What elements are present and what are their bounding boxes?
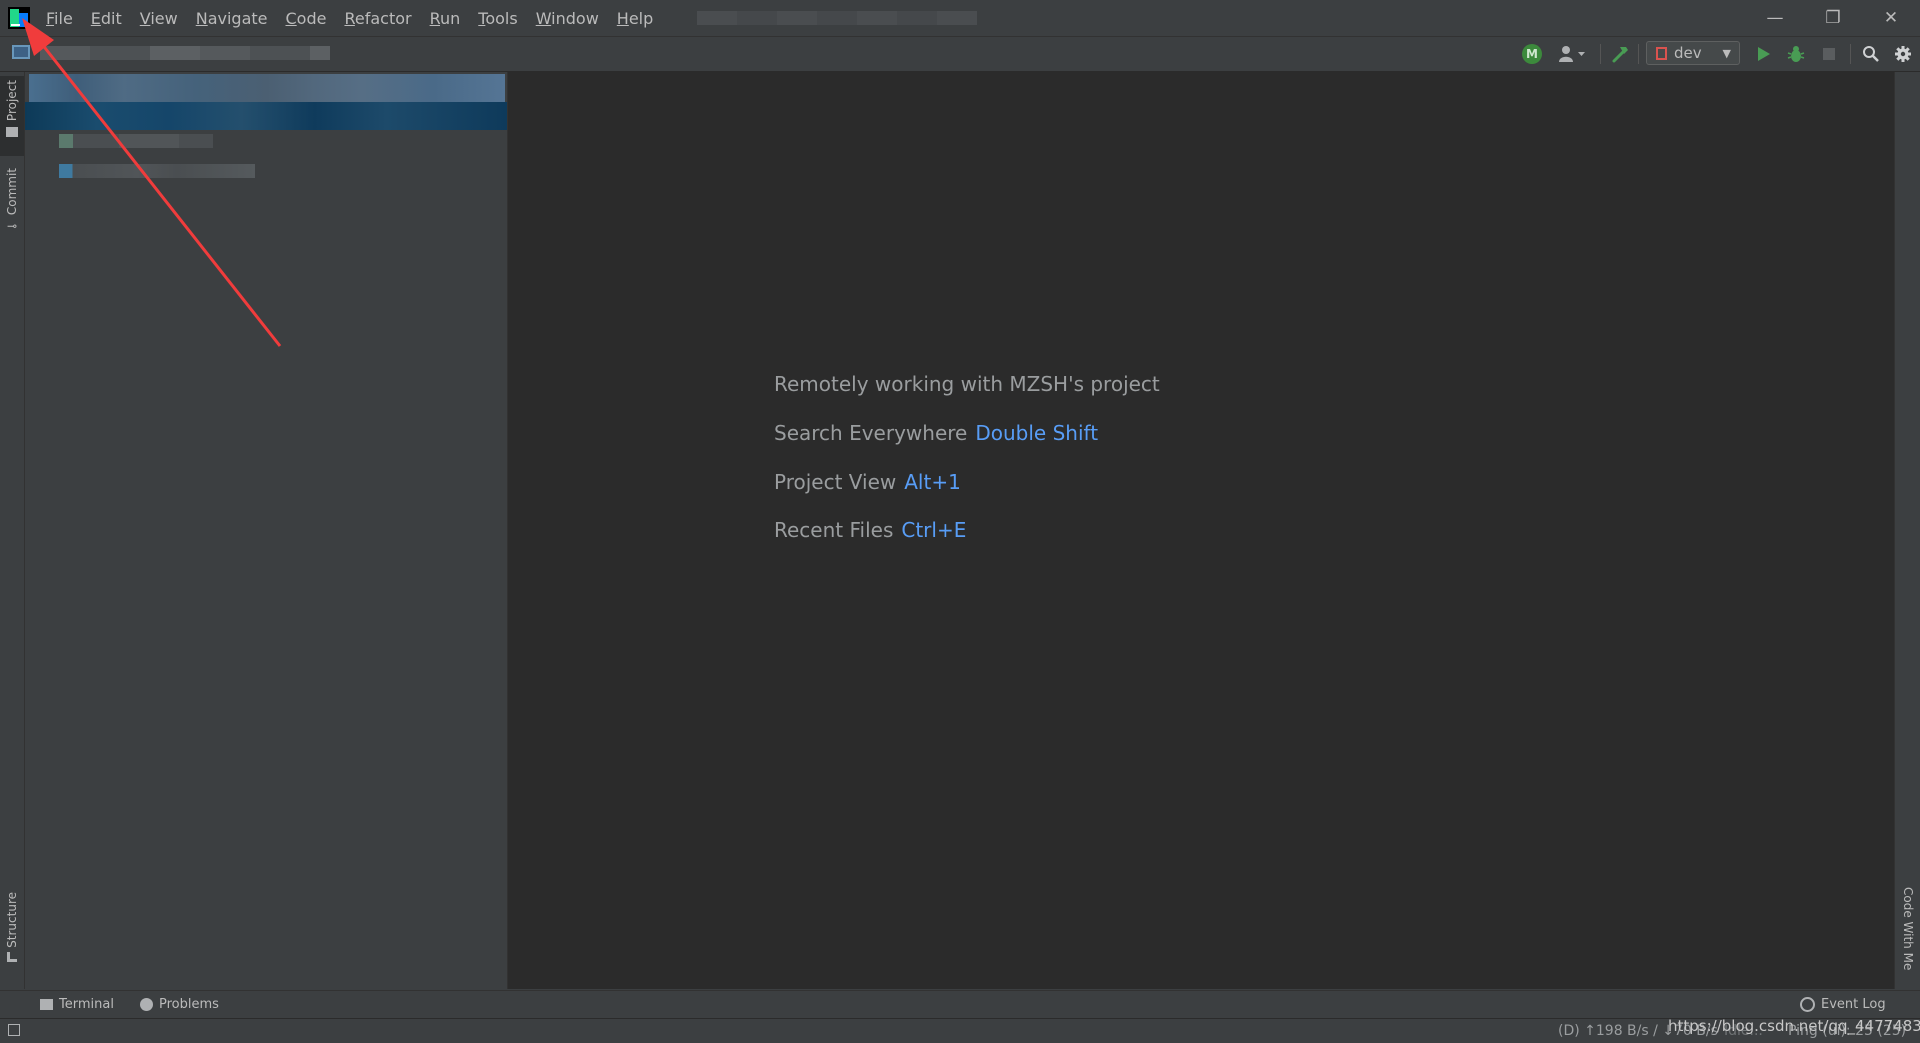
run-button[interactable] xyxy=(1754,42,1774,66)
tab-event-log-label: Event Log xyxy=(1821,997,1886,1012)
hint-search-everywhere: Search Everywhere Double Shift xyxy=(774,421,1098,445)
chevron-down-icon: ▼ xyxy=(1722,46,1731,60)
left-tool-stripe: Project Commit ⊸ Structure xyxy=(0,72,25,989)
info-icon xyxy=(140,998,153,1011)
menu-navigate[interactable]: Navigate xyxy=(194,7,270,30)
menu-refactor[interactable]: Refactor xyxy=(342,7,413,30)
hint-label: Project View xyxy=(774,470,897,494)
event-log-icon xyxy=(1800,997,1815,1012)
title-bar: File Edit View Navigate Code Refactor Ru… xyxy=(0,0,1920,37)
toggle-tool-windows-icon[interactable] xyxy=(8,1024,20,1036)
project-tree-row-blurred[interactable] xyxy=(59,164,255,178)
tab-event-log[interactable]: Event Log xyxy=(1800,997,1886,1012)
toolbar-separator xyxy=(1850,44,1851,64)
tab-project[interactable]: Project xyxy=(0,76,24,156)
vcs-status[interactable]: M xyxy=(1522,42,1542,66)
tab-commit-label: Commit xyxy=(5,168,19,216)
tab-problems[interactable]: Problems xyxy=(140,997,219,1012)
menu-tools[interactable]: Tools xyxy=(476,7,519,30)
hint-shortcut[interactable]: Double Shift xyxy=(975,421,1098,445)
breadcrumb-blurred[interactable] xyxy=(40,46,330,60)
restore-button[interactable]: ❐ xyxy=(1804,0,1862,36)
stop-button[interactable] xyxy=(1819,42,1839,66)
search-icon xyxy=(1863,46,1879,62)
app-logo-icon[interactable] xyxy=(8,7,30,29)
status-bar: (D) ↑198 B/s / ↓70 B/s Idle... Ping (ui)… xyxy=(0,1017,1920,1043)
debug-button[interactable] xyxy=(1786,42,1806,66)
right-tool-stripe: Code With Me xyxy=(1894,72,1920,989)
menu-view[interactable]: View xyxy=(138,7,180,30)
config-icon xyxy=(1656,46,1667,60)
tab-terminal-label: Terminal xyxy=(59,997,114,1012)
vcs-badge-icon: M xyxy=(1522,44,1542,64)
branch-label: dev xyxy=(1674,44,1702,62)
settings-button[interactable] xyxy=(1892,42,1914,66)
hint-project-view: Project View Alt+1 xyxy=(774,470,961,494)
menu-help[interactable]: Help xyxy=(615,7,655,30)
bottom-tool-bar: Terminal Problems Event Log xyxy=(0,990,1920,1019)
tab-structure[interactable]: Structure xyxy=(0,892,24,976)
project-folder-icon xyxy=(12,45,30,59)
user-icon xyxy=(1559,46,1585,62)
navigation-toolbar: M dev ▼ xyxy=(0,37,1920,72)
menu-code[interactable]: Code xyxy=(284,7,329,30)
hint-label: Search Everywhere xyxy=(774,421,968,445)
hint-shortcut[interactable]: Ctrl+E xyxy=(901,518,966,542)
toolbar-separator xyxy=(1600,44,1601,64)
toolbar-separator xyxy=(1638,44,1639,64)
minimize-button[interactable]: — xyxy=(1746,0,1804,36)
window-controls: — ❐ ✕ xyxy=(1746,0,1920,36)
hint-label: Recent Files xyxy=(774,518,894,542)
menu-edit[interactable]: Edit xyxy=(89,7,124,30)
structure-icon xyxy=(7,951,17,962)
hammer-icon xyxy=(1612,47,1628,63)
commit-icon: ⊸ xyxy=(6,219,18,234)
folder-icon xyxy=(6,127,18,138)
project-tree-header-blurred[interactable] xyxy=(29,74,505,102)
tab-project-label: Project xyxy=(5,80,19,122)
hint-shortcut[interactable]: Alt+1 xyxy=(904,470,961,494)
close-button[interactable]: ✕ xyxy=(1862,0,1920,36)
gear-icon xyxy=(1895,46,1911,62)
tab-problems-label: Problems xyxy=(159,997,219,1012)
project-tree-selected-row-blurred[interactable] xyxy=(25,102,507,130)
run-config-selector[interactable]: dev ▼ xyxy=(1646,41,1740,65)
search-everywhere-button[interactable] xyxy=(1860,42,1882,66)
hint-recent-files: Recent Files Ctrl+E xyxy=(774,518,966,542)
menu-file[interactable]: File xyxy=(44,7,75,30)
build-button[interactable] xyxy=(1610,42,1632,66)
menu-run[interactable]: Run xyxy=(428,7,463,30)
debug-icon xyxy=(1787,46,1805,62)
terminal-icon xyxy=(40,999,53,1010)
watermark: https://blog.csdn.net/qq_44774831 xyxy=(1668,1017,1920,1035)
project-tree-row-blurred[interactable] xyxy=(59,134,213,148)
user-menu-button[interactable] xyxy=(1556,42,1590,66)
project-tool-window xyxy=(25,72,508,989)
run-icon xyxy=(1758,47,1770,61)
remote-notice: Remotely working with MZSH's project xyxy=(774,372,1160,396)
tab-structure-label: Structure xyxy=(5,892,19,948)
menu-window[interactable]: Window xyxy=(534,7,601,30)
tab-code-with-me[interactable]: Code With Me xyxy=(1901,887,1915,970)
editor-area: Remotely working with MZSH's project Sea… xyxy=(508,72,1894,989)
window-title-blurred xyxy=(697,11,978,25)
tab-terminal[interactable]: Terminal xyxy=(40,997,114,1012)
stop-icon xyxy=(1823,48,1835,60)
tab-commit[interactable]: Commit ⊸ xyxy=(0,168,24,248)
